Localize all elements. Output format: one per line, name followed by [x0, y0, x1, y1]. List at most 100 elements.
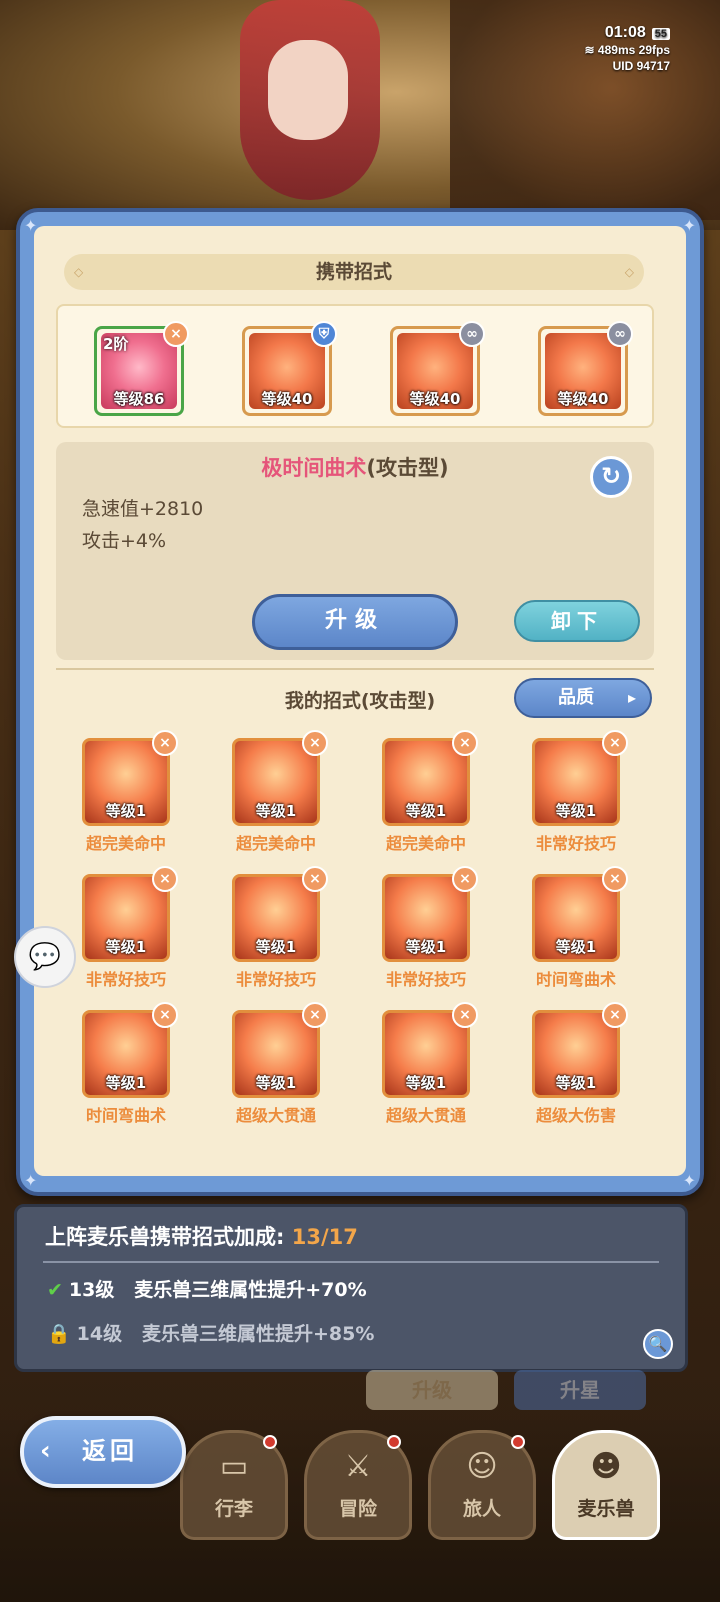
move-card[interactable]: 等级1 × 超完美命中: [356, 730, 496, 868]
remove-icon[interactable]: ×: [452, 866, 478, 892]
tab-adventure[interactable]: ⚔ 冒险: [304, 1430, 412, 1540]
stat-line: 急速值+2810: [82, 498, 204, 520]
back-button[interactable]: ‹ 返回: [20, 1416, 186, 1488]
wifi-icon: ≋: [584, 43, 598, 57]
tab-traveler[interactable]: ☺ 旅人: [428, 1430, 536, 1540]
move-card[interactable]: 等级1 × 非常好技巧: [356, 866, 496, 1004]
tab-luggage[interactable]: ▭ 行李: [180, 1430, 288, 1540]
move-card[interactable]: 等级1 × 超级大贯通: [356, 1002, 496, 1140]
bonus-title: 上阵麦乐兽携带招式加成: 13/17: [45, 1221, 358, 1251]
link-icon: ∞: [607, 321, 633, 347]
move-card-name: 非常好技巧: [85, 970, 166, 989]
level-label: 等级40: [557, 390, 609, 408]
bonus-text: 麦乐兽三维属性提升+85%: [141, 1323, 375, 1345]
remove-icon[interactable]: ×: [152, 866, 178, 892]
diamond-icon: ◇: [74, 265, 84, 279]
remove-icon[interactable]: ×: [302, 866, 328, 892]
move-type: (攻击型): [366, 456, 449, 480]
equipped-slot-4[interactable]: 等级40 ∞: [538, 321, 633, 416]
unequip-button[interactable]: 卸下: [514, 600, 640, 642]
chest-icon: ▭: [219, 1449, 249, 1484]
level-label: 等级1: [405, 1074, 447, 1092]
bonus-level: 13级: [68, 1279, 115, 1301]
swords-icon: ⚔: [344, 1449, 372, 1484]
notification-dot: [387, 1435, 401, 1449]
battery-icon: 55: [651, 28, 670, 40]
character-face: [268, 40, 348, 140]
remove-icon[interactable]: ×: [152, 1002, 178, 1028]
level-label: 等级1: [105, 938, 147, 956]
magnifier-icon: 🔍: [648, 1335, 668, 1353]
remove-icon[interactable]: ×: [302, 730, 328, 756]
chat-button[interactable]: 💬: [14, 926, 76, 988]
network-stats: ≋ 489ms 29fps: [585, 42, 670, 58]
zoom-button[interactable]: 🔍: [643, 1329, 673, 1359]
bonus-row-locked: 🔒 14级 麦乐兽三维属性提升+85%: [47, 1319, 374, 1346]
uid: UID 94717: [585, 58, 670, 74]
move-card[interactable]: 等级1 × 非常好技巧: [506, 730, 646, 868]
bonus-count: 13/17: [291, 1225, 358, 1249]
move-card-name: 超完美命中: [235, 834, 316, 853]
tab-label: 行李: [214, 1498, 253, 1520]
level-label: 等级1: [405, 938, 447, 956]
check-icon: ✔: [47, 1279, 63, 1301]
tab-label: 旅人: [462, 1498, 501, 1520]
back-arrow-icon: ‹: [40, 1436, 55, 1466]
level-label: 等级1: [555, 802, 597, 820]
remove-icon[interactable]: ×: [302, 1002, 328, 1028]
move-card[interactable]: 等级1 × 时间弯曲术: [56, 1002, 196, 1140]
move-card-name: 时间弯曲术: [85, 1106, 166, 1125]
notification-dot: [263, 1435, 277, 1449]
remove-icon[interactable]: ×: [602, 730, 628, 756]
equipped-slot-3[interactable]: 等级40 ∞: [390, 321, 485, 416]
move-card[interactable]: 等级1 × 非常好技巧: [56, 866, 196, 1004]
refresh-icon: ↻: [600, 462, 622, 490]
clock: 01:08: [604, 24, 646, 41]
remove-icon[interactable]: ×: [602, 866, 628, 892]
move-card[interactable]: 等级1 × 超级大伤害: [506, 1002, 646, 1140]
level-label: 等级86: [113, 390, 165, 408]
remove-icon[interactable]: ×: [602, 1002, 628, 1028]
remove-icon[interactable]: ×: [152, 730, 178, 756]
corner-star-icon: ✦: [24, 1171, 38, 1190]
level-label: 等级1: [255, 1074, 297, 1092]
quality-filter-button[interactable]: 品质 ▸: [514, 678, 652, 718]
level-label: 等级1: [255, 802, 297, 820]
remove-icon[interactable]: ×: [452, 730, 478, 756]
shield-icon: ⛨: [311, 321, 337, 347]
panel-title-text: 携带招式: [315, 261, 392, 283]
bonus-text: 麦乐兽三维属性提升+70%: [134, 1279, 367, 1301]
uid-value: 94717: [636, 59, 670, 73]
upgrade-button[interactable]: 升级: [252, 594, 458, 650]
diamond-icon: ◇: [624, 265, 634, 279]
move-card-name: 超级大贯通: [235, 1106, 316, 1125]
remove-icon[interactable]: ×: [452, 1002, 478, 1028]
move-name: 极时间曲术(攻击型): [56, 452, 654, 482]
move-card-name: 时间弯曲术: [535, 970, 616, 989]
equipped-slot-1[interactable]: 2阶 等级86 ×: [94, 321, 189, 416]
move-name-text: 极时间曲术: [261, 456, 367, 480]
ping: 489ms: [597, 43, 636, 57]
move-card[interactable]: 等级1 × 超级大贯通: [206, 1002, 346, 1140]
level-label: 等级1: [555, 938, 597, 956]
level-label: 等级1: [405, 802, 447, 820]
quality-label: 品质: [558, 687, 594, 708]
level-label: 等级40: [409, 390, 461, 408]
tab-label: 麦乐兽: [577, 1498, 635, 1520]
move-card[interactable]: 等级1 × 时间弯曲术: [506, 866, 646, 1004]
caret-icon: ▸: [627, 688, 636, 707]
divider: [56, 668, 654, 670]
link-icon: ∞: [459, 321, 485, 347]
tab-pet[interactable]: ☻ 麦乐兽: [552, 1430, 660, 1540]
move-card[interactable]: 等级1 × 超完美命中: [56, 730, 196, 868]
remove-icon[interactable]: ×: [163, 321, 189, 347]
behind-upgrade-button: 升级: [366, 1370, 498, 1410]
move-card[interactable]: 等级1 × 超完美命中: [206, 730, 346, 868]
traveler-icon: ☺: [466, 1449, 498, 1484]
uid-label: UID: [612, 59, 634, 73]
equipped-slot-2[interactable]: 等级40 ⛨: [242, 321, 337, 416]
move-card[interactable]: 等级1 × 非常好技巧: [206, 866, 346, 1004]
corner-star-icon: ✦: [682, 1171, 696, 1190]
refresh-button[interactable]: ↻: [590, 456, 632, 498]
fox-icon: ☻: [590, 1449, 622, 1484]
